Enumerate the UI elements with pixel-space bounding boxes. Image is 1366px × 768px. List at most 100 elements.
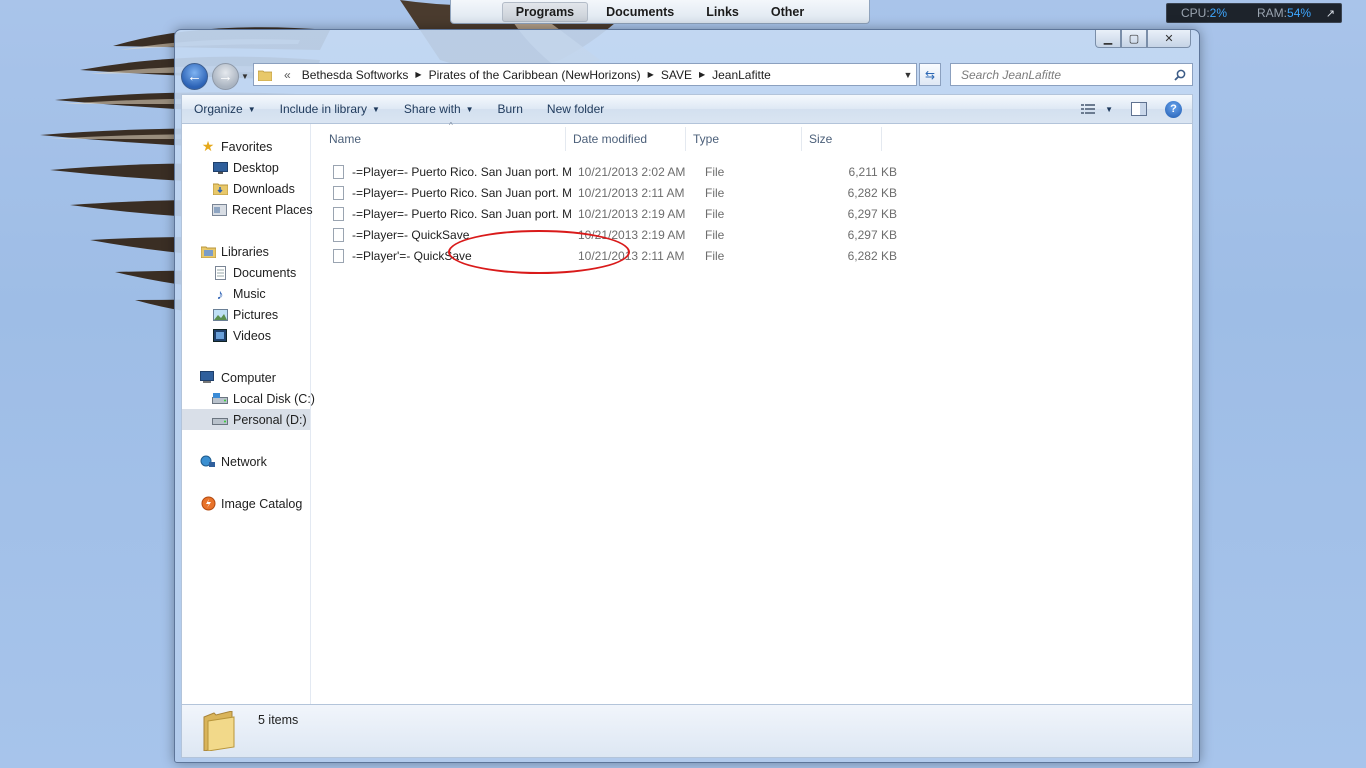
refresh-icon: ⇆ <box>924 67 936 82</box>
breadcrumb-pirates[interactable]: Pirates of the Caribbean (NewHorizons) <box>424 68 646 82</box>
column-type-label: Type <box>693 132 720 146</box>
breadcrumb-overflow-chevron[interactable]: « <box>278 68 297 82</box>
expand-arrow-icon[interactable]: ↗ <box>1326 7 1335 20</box>
nav-desktop[interactable]: Desktop <box>182 157 310 178</box>
breadcrumb-bethesda[interactable]: Bethesda Softworks <box>297 68 414 82</box>
file-row[interactable]: -=Player=- Puerto Rico. San Juan port. M… <box>311 203 897 224</box>
burn-button[interactable]: Burn <box>486 102 535 116</box>
share-with-label: Share with <box>403 102 461 116</box>
nav-music[interactable]: ♪ Music <box>182 283 310 304</box>
dock-tab-links[interactable]: Links <box>692 2 753 22</box>
column-header-type[interactable]: Type <box>686 127 802 151</box>
preview-pane-icon[interactable] <box>1131 102 1147 116</box>
column-header-size[interactable]: Size <box>802 127 882 151</box>
dock-tab-documents[interactable]: Documents <box>592 2 688 22</box>
change-view-button[interactable]: ▼ <box>1081 103 1113 115</box>
music-note-icon: ♪ <box>216 285 224 302</box>
desktop-icon <box>212 161 228 175</box>
nav-recent-places[interactable]: Recent Places <box>182 199 313 220</box>
documents-icon <box>212 265 228 280</box>
file-row[interactable]: -=Player=- Puerto Rico. San Juan port. M… <box>311 182 897 203</box>
nav-image-catalog[interactable]: Image Catalog <box>182 493 310 514</box>
nav-desktop-label: Desktop <box>233 160 279 175</box>
file-name: -=Player=- Puerto Rico. San Juan port. M… <box>352 206 571 221</box>
breadcrumb-save[interactable]: SAVE <box>656 68 697 82</box>
search-input[interactable] <box>959 66 1173 83</box>
file-icon <box>333 164 344 179</box>
forward-button[interactable]: → <box>212 62 239 90</box>
navigation-buttons: ← → ▼ <box>181 62 249 90</box>
view-controls: ▼ ? <box>1081 100 1192 118</box>
nav-videos-label: Videos <box>233 328 271 343</box>
file-row[interactable]: -=Player=- Puerto Rico. San Juan port. M… <box>311 161 897 182</box>
dock-tab-other[interactable]: Other <box>757 2 818 22</box>
file-type: File <box>705 164 725 179</box>
file-row[interactable]: -=Player=- QuickSave 10/21/2013 2:19 AM … <box>311 224 897 245</box>
breadcrumb-separator-icon[interactable]: ▶ <box>413 70 423 79</box>
nav-personal-drive[interactable]: Personal (D:) <box>182 409 310 430</box>
nav-libraries[interactable]: Libraries <box>182 241 310 262</box>
file-row[interactable]: -=Player'=- QuickSave 10/21/2013 2:11 AM… <box>311 245 897 266</box>
pictures-icon <box>212 308 228 322</box>
details-pane: 5 items <box>181 704 1193 758</box>
breadcrumb-separator-icon[interactable]: ▶ <box>646 70 656 79</box>
folder-icon <box>203 711 235 751</box>
computer-icon <box>200 371 216 385</box>
recent-pages-dropdown-icon[interactable]: ▼ <box>241 72 249 81</box>
maximize-icon: ▢ <box>1128 33 1140 45</box>
chevron-down-icon: ▼ <box>465 104 474 114</box>
details-view-icon <box>1081 104 1096 114</box>
back-button[interactable]: ← <box>181 62 208 90</box>
recent-places-icon <box>212 203 227 217</box>
help-icon[interactable]: ? <box>1165 100 1182 118</box>
maximize-button[interactable]: ▢ <box>1121 30 1147 48</box>
star-icon: ★ <box>201 138 215 154</box>
file-size: 6,297 KB <box>847 227 897 242</box>
file-name-cell: -=Player=- Puerto Rico. San Juan port. M… <box>311 206 571 221</box>
include-in-library-label: Include in library <box>279 102 367 116</box>
nav-pictures[interactable]: Pictures <box>182 304 310 325</box>
nav-downloads[interactable]: Downloads <box>182 178 310 199</box>
burn-label: Burn <box>497 102 523 116</box>
drive-icon <box>212 413 228 427</box>
nav-computer[interactable]: Computer <box>182 367 310 388</box>
nav-documents[interactable]: Documents <box>182 262 310 283</box>
dock-tab-programs[interactable]: Programs <box>501 1 589 22</box>
file-name-cell: -=Player=- QuickSave <box>311 227 571 242</box>
nav-videos[interactable]: Videos <box>182 325 310 346</box>
cpu-label: CPU: <box>1181 6 1210 20</box>
file-name-cell: -=Player'=- QuickSave <box>311 248 571 263</box>
nav-local-disk[interactable]: Local Disk (C:) <box>182 388 315 409</box>
nav-personal-label: Personal (D:) <box>233 412 307 427</box>
new-folder-button[interactable]: New folder <box>535 102 616 116</box>
nav-favorites[interactable]: ★ Favorites <box>182 136 310 157</box>
organize-label: Organize <box>194 102 243 116</box>
file-type: File <box>705 227 725 242</box>
file-date: 10/21/2013 2:19 AM <box>578 227 686 242</box>
sort-ascending-icon: ^ <box>449 121 453 130</box>
close-button[interactable]: ✕ <box>1147 30 1191 48</box>
nav-downloads-label: Downloads <box>233 181 295 196</box>
system-meter-gadget: CPU: 2% RAM: 54% ↗ <box>1166 3 1342 23</box>
organize-menu[interactable]: Organize ▼ <box>182 102 268 116</box>
refresh-button[interactable]: ⇆ <box>919 63 941 86</box>
nav-computer-label: Computer <box>221 370 276 385</box>
column-header-name[interactable]: ^ Name <box>311 121 566 151</box>
search-box[interactable] <box>950 63 1193 86</box>
videos-icon <box>212 329 228 343</box>
file-name-cell: -=Player=- Puerto Rico. San Juan port. M… <box>311 185 571 200</box>
column-header-date[interactable]: Date modified <box>566 127 686 151</box>
column-size-label: Size <box>809 132 833 146</box>
share-with-menu[interactable]: Share with ▼ <box>392 102 486 116</box>
network-icon <box>200 455 216 469</box>
downloads-folder-icon <box>212 182 228 196</box>
address-dropdown-icon[interactable]: ▼ <box>900 70 916 80</box>
breadcrumb-jeanlafitte[interactable]: JeanLafitte <box>707 68 776 82</box>
breadcrumb-separator-icon[interactable]: ▶ <box>697 70 707 79</box>
include-in-library-menu[interactable]: Include in library ▼ <box>268 102 392 116</box>
nav-network[interactable]: Network <box>182 451 310 472</box>
minimize-button[interactable]: ▁ <box>1095 30 1121 48</box>
address-bar[interactable]: « Bethesda Softworks ▶ Pirates of the Ca… <box>253 63 917 86</box>
